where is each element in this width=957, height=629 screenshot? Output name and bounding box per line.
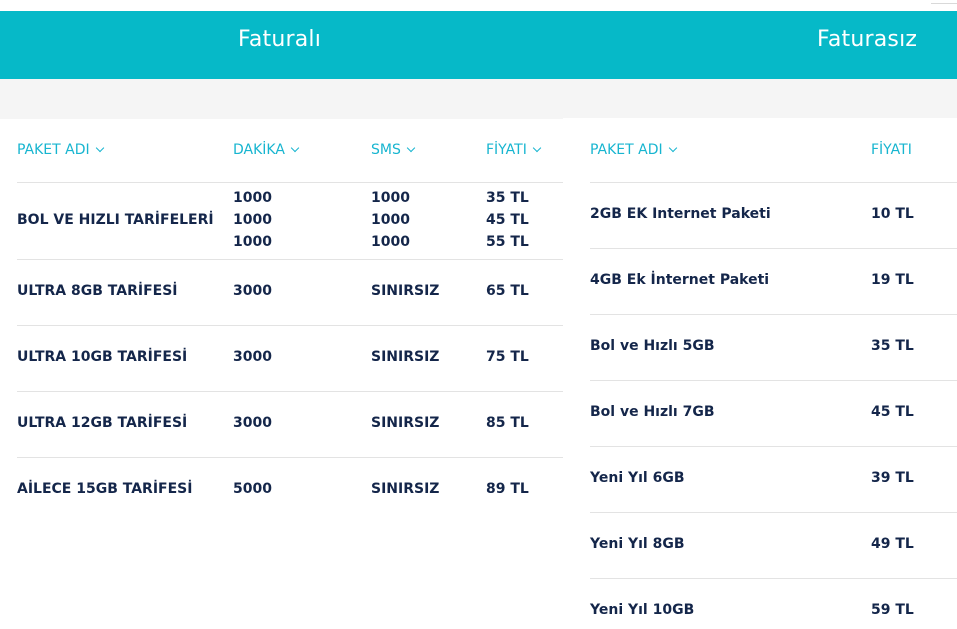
table-row-name: BOL VE HIZLI TARİFELERİ [17, 212, 214, 228]
table-row-sms: SINIRSIZ [371, 349, 440, 365]
tab-banner: Faturalı Faturasız [0, 11, 957, 79]
sort-header-dakika[interactable]: DAKİKA [233, 141, 300, 159]
header-label: PAKET ADI [17, 142, 90, 158]
list-item-name: Yeni Yıl 6GB [590, 470, 685, 486]
list-item-price: 49 TL [871, 536, 914, 552]
list-item-name: Bol ve Hızlı 7GB [590, 404, 715, 420]
table-row-sms: 1000 [371, 212, 410, 228]
table-row-price: 55 TL [486, 234, 529, 250]
chevron-down-icon [290, 143, 300, 153]
list-item-price: 35 TL [871, 338, 914, 354]
list-item-name: Yeni Yıl 10GB [590, 602, 695, 618]
table-row-name: ULTRA 12GB TARİFESİ [17, 415, 188, 431]
row-divider [17, 259, 563, 260]
row-divider [17, 391, 563, 392]
header-label: FİYATI [486, 142, 527, 158]
table-row-price: 65 TL [486, 283, 529, 299]
chevron-down-icon [406, 143, 416, 153]
table-row-name: ULTRA 8GB TARİFESİ [17, 283, 178, 299]
header-label: SMS [371, 142, 401, 158]
table-row-minutes: 1000 [233, 190, 272, 206]
table-row-sms: 1000 [371, 190, 410, 206]
row-divider [590, 512, 957, 513]
table-row-minutes: 3000 [233, 349, 272, 365]
table-row-sms: SINIRSIZ [371, 481, 440, 497]
header-fiyati: FİYATI [871, 142, 912, 158]
sort-header-sms[interactable]: SMS [371, 141, 416, 159]
list-item-price: 59 TL [871, 602, 914, 618]
table-row-minutes: 1000 [233, 234, 272, 250]
list-item-price: 45 TL [871, 404, 914, 420]
table-row-price: 45 TL [486, 212, 529, 228]
faturali-table: PAKET ADI DAKİKA SMS FİYATI BOL VE HIZLI… [0, 119, 563, 629]
table-row-sms: SINIRSIZ [371, 283, 440, 299]
row-divider [590, 248, 957, 249]
sort-header-paket-adi[interactable]: PAKET ADI [17, 141, 104, 159]
row-divider [590, 314, 957, 315]
spacer-band [0, 79, 957, 120]
row-divider [17, 182, 563, 183]
table-row-minutes: 3000 [233, 415, 272, 431]
list-item-name: 4GB Ek İnternet Paketi [590, 272, 770, 288]
table-row-name: AİLECE 15GB TARİFESİ [17, 481, 193, 497]
row-divider [17, 457, 563, 458]
list-item-price: 39 TL [871, 470, 914, 486]
sort-header-paket-adi[interactable]: PAKET ADI [590, 141, 677, 159]
header-label: DAKİKA [233, 142, 285, 158]
list-item-price: 10 TL [871, 206, 914, 222]
table-row-price: 85 TL [486, 415, 529, 431]
faturasiz-table: PAKET ADI FİYATI 2GB EK Internet Paketi … [563, 118, 957, 628]
row-divider [590, 578, 957, 579]
table-row-sms: SINIRSIZ [371, 415, 440, 431]
table-row-price: 75 TL [486, 349, 529, 365]
chevron-down-icon [95, 143, 104, 153]
row-divider [590, 446, 957, 447]
chevron-down-icon [668, 143, 677, 153]
sort-header-fiyati[interactable]: FİYATI [486, 141, 542, 159]
row-divider [590, 380, 957, 381]
table-row-minutes: 1000 [233, 212, 272, 228]
list-item-name: 2GB EK Internet Paketi [590, 206, 771, 222]
top-strip [0, 0, 957, 11]
table-row-minutes: 5000 [233, 481, 272, 497]
row-divider [590, 182, 957, 183]
chevron-down-icon [532, 143, 542, 153]
tab-faturasiz[interactable]: Faturasız [817, 26, 917, 54]
list-item-name: Bol ve Hızlı 5GB [590, 338, 715, 354]
row-divider [17, 325, 563, 326]
table-row-minutes: 3000 [233, 283, 272, 299]
divider [931, 3, 957, 4]
tab-faturali[interactable]: Faturalı [238, 26, 321, 54]
table-row-price: 35 TL [486, 190, 529, 206]
table-row-name: ULTRA 10GB TARİFESİ [17, 349, 188, 365]
table-row-price: 89 TL [486, 481, 529, 497]
header-label: PAKET ADI [590, 142, 663, 158]
list-item-name: Yeni Yıl 8GB [590, 536, 685, 552]
list-item-price: 19 TL [871, 272, 914, 288]
table-row-sms: 1000 [371, 234, 410, 250]
